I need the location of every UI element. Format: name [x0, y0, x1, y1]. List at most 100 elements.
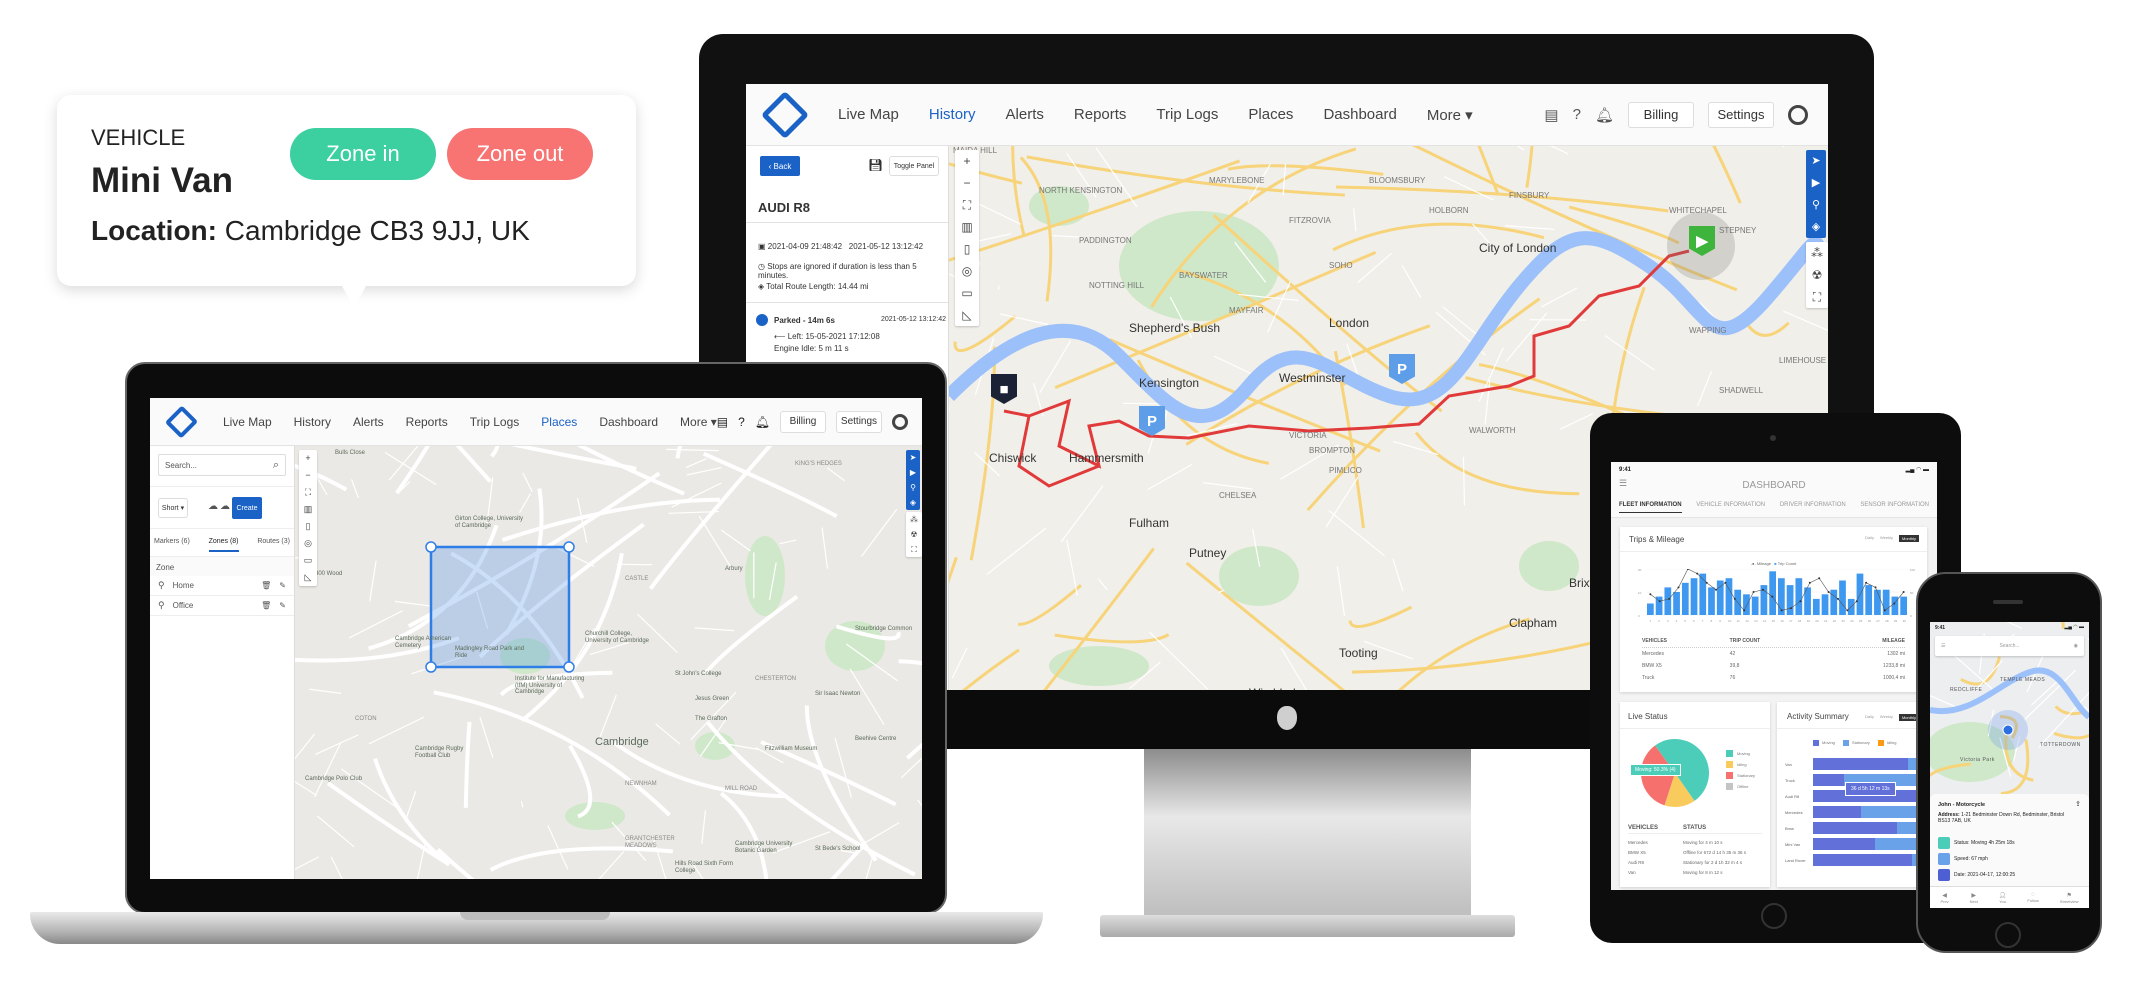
street-view-icon[interactable]: ◎ — [962, 260, 972, 282]
share-icon[interactable]: ⇪ — [2075, 800, 2081, 808]
bottom-streetview[interactable]: ⚑ Streetview — [2060, 892, 2079, 904]
diamond-icon[interactable]: ◈ — [910, 495, 916, 510]
street-view-icon[interactable]: ◎ — [304, 535, 312, 552]
map-zoom-controls[interactable]: + − ⛶ ▥ ▯ ◎ ▭ ◺ — [299, 450, 317, 586]
nav-trip-logs[interactable]: Trip Logs — [1156, 84, 1218, 145]
period-daily[interactable]: Daily — [1865, 714, 1874, 721]
map-type-icon[interactable]: ▥ — [961, 216, 972, 238]
map-type-icon[interactable]: ▥ — [304, 501, 313, 518]
bell-icon[interactable]: 🔔︎ — [1595, 106, 1614, 124]
zone-vertex-handle[interactable] — [563, 541, 575, 553]
map-right-tools[interactable]: ⁂ ☢ ⛶ — [906, 512, 922, 557]
create-button[interactable]: Create — [232, 497, 262, 519]
nav-more[interactable]: More ▾ — [1427, 84, 1473, 145]
chat-icon[interactable]: ▤ — [717, 415, 728, 429]
zoom-out-icon[interactable]: − — [305, 467, 310, 484]
toggle-panel-button[interactable]: Toggle Panel — [889, 156, 939, 176]
zone-vertex-handle[interactable] — [563, 661, 575, 673]
bottom-prev[interactable]: ◀ Prev — [1940, 892, 1948, 904]
measure-icon[interactable]: ◺ — [962, 304, 971, 326]
expand-icon[interactable]: ⛶ — [1813, 286, 1821, 308]
measure-icon[interactable]: ◺ — [305, 569, 312, 586]
traffic-icon[interactable]: ▯ — [964, 238, 971, 260]
zone-vertex-handle[interactable] — [425, 541, 437, 553]
fullscreen-icon[interactable]: ⛶ — [305, 484, 311, 501]
play-icon[interactable] — [756, 314, 768, 326]
zoom-out-icon[interactable]: − — [963, 172, 970, 194]
bell-icon[interactable]: 🔔︎ — [755, 415, 770, 429]
pin-icon[interactable]: ⚲ — [910, 480, 916, 495]
locate-icon[interactable]: ➤ — [910, 450, 917, 465]
nav-dashboard[interactable]: Dashboard — [599, 398, 658, 445]
nav-reports[interactable]: Reports — [406, 398, 448, 445]
tab-driver[interactable]: DRIVER INFORMATION — [1780, 502, 1846, 513]
tag-icon[interactable]: ▶ — [1812, 172, 1820, 194]
edit-icon[interactable]: ✎ — [279, 581, 286, 590]
diamond-icon[interactable]: ◈ — [1812, 216, 1820, 238]
cluster-icon[interactable]: ⁂ — [910, 512, 918, 527]
nav-dashboard[interactable]: Dashboard — [1323, 84, 1396, 145]
tab-zones[interactable]: Zones (8) — [208, 538, 239, 552]
delete-icon[interactable]: 🗑︎ — [261, 581, 271, 590]
radiation-icon[interactable]: ☢ — [910, 527, 917, 542]
map-right-tools[interactable]: ⁂ ☢ ⛶ — [1806, 242, 1828, 308]
zone-out-button[interactable]: Zone out — [447, 128, 593, 180]
fullscreen-icon[interactable]: ⛶ — [963, 194, 971, 216]
sort-dropdown[interactable]: Short ▾ — [158, 498, 188, 518]
chat-icon[interactable]: ▤ — [1544, 106, 1558, 124]
user-avatar-icon[interactable] — [892, 413, 908, 430]
bottom-you[interactable]: 👤︎ You — [1999, 892, 2007, 904]
nav-reports[interactable]: Reports — [1074, 84, 1127, 145]
pin-icon[interactable]: ⚲ — [1812, 194, 1820, 216]
tab-vehicle[interactable]: VEHICLE INFORMATION — [1696, 502, 1765, 513]
ruler-icon[interactable]: ▭ — [961, 282, 972, 304]
cluster-icon[interactable]: ⁂ — [1811, 242, 1823, 264]
nav-live-map[interactable]: Live Map — [223, 398, 272, 445]
help-icon[interactable]: ? — [1573, 106, 1581, 123]
map-right-toolbar[interactable]: ➤ ▶ ⚲ ◈ — [1806, 150, 1826, 238]
nav-trip-logs[interactable]: Trip Logs — [470, 398, 520, 445]
phone-search-input[interactable]: ☰ Search... ◉ — [1935, 636, 2084, 656]
zone-row[interactable]: ⚲ Office 🗑︎ ✎ — [150, 596, 294, 616]
bottom-follow[interactable]: ◌ Follow — [2027, 892, 2039, 903]
settings-button[interactable]: Settings — [836, 410, 882, 433]
zoom-in-icon[interactable]: + — [963, 150, 970, 172]
billing-button[interactable]: Billing — [1628, 101, 1694, 128]
tab-markers[interactable]: Markers (6) — [154, 538, 190, 552]
user-avatar-icon[interactable] — [1788, 104, 1808, 125]
menu-icon[interactable]: ☰ — [1941, 643, 1945, 649]
zone-vertex-handle[interactable] — [425, 661, 437, 673]
help-icon[interactable]: ? — [738, 415, 745, 429]
zone-in-button[interactable]: Zone in — [290, 128, 436, 180]
radiation-icon[interactable]: ☢ — [1812, 264, 1823, 286]
delete-icon[interactable]: 🗑︎ — [261, 601, 271, 610]
billing-button[interactable]: Billing — [780, 410, 826, 433]
home-button[interactable] — [1761, 903, 1787, 929]
cloud-upload-icon[interactable]: ☁ — [208, 501, 218, 512]
bottom-next[interactable]: ▶ Next — [1970, 892, 1978, 904]
map-right-toolbar[interactable]: ➤ ▶ ⚲ ◈ — [906, 450, 920, 510]
tab-fleet[interactable]: FLEET INFORMATION — [1619, 502, 1682, 513]
period-daily[interactable]: Daily — [1865, 535, 1874, 542]
zone-row[interactable]: ⚲ Home 🗑︎ ✎ — [150, 576, 294, 596]
period-weekly[interactable]: Weekly — [1880, 714, 1893, 721]
locate-icon[interactable]: ➤ — [1811, 150, 1820, 172]
back-button[interactable]: ‹ Back — [760, 156, 800, 176]
settings-button[interactable]: Settings — [1708, 101, 1774, 128]
period-weekly[interactable]: Weekly — [1880, 535, 1893, 542]
places-map[interactable]: Bulls Close Girton College, University of… — [295, 446, 922, 879]
nav-history[interactable]: History — [294, 398, 331, 445]
nav-more[interactable]: More ▾ — [680, 398, 717, 445]
layers-icon[interactable]: ◉ — [2074, 643, 2078, 649]
cloud-download-icon[interactable]: ☁ — [220, 501, 230, 512]
period-monthly[interactable]: Monthly — [1898, 535, 1919, 542]
edit-icon[interactable]: ✎ — [279, 601, 286, 610]
ruler-icon[interactable]: ▭ — [304, 552, 313, 569]
save-icon[interactable]: 💾︎ — [868, 158, 883, 172]
expand-icon[interactable]: ⛶ — [911, 542, 917, 557]
traffic-icon[interactable]: ▯ — [306, 518, 311, 535]
nav-live-map[interactable]: Live Map — [838, 84, 899, 145]
zoom-in-icon[interactable]: + — [305, 450, 310, 467]
nav-places[interactable]: Places — [541, 398, 577, 445]
tab-routes[interactable]: Routes (3) — [257, 538, 290, 552]
